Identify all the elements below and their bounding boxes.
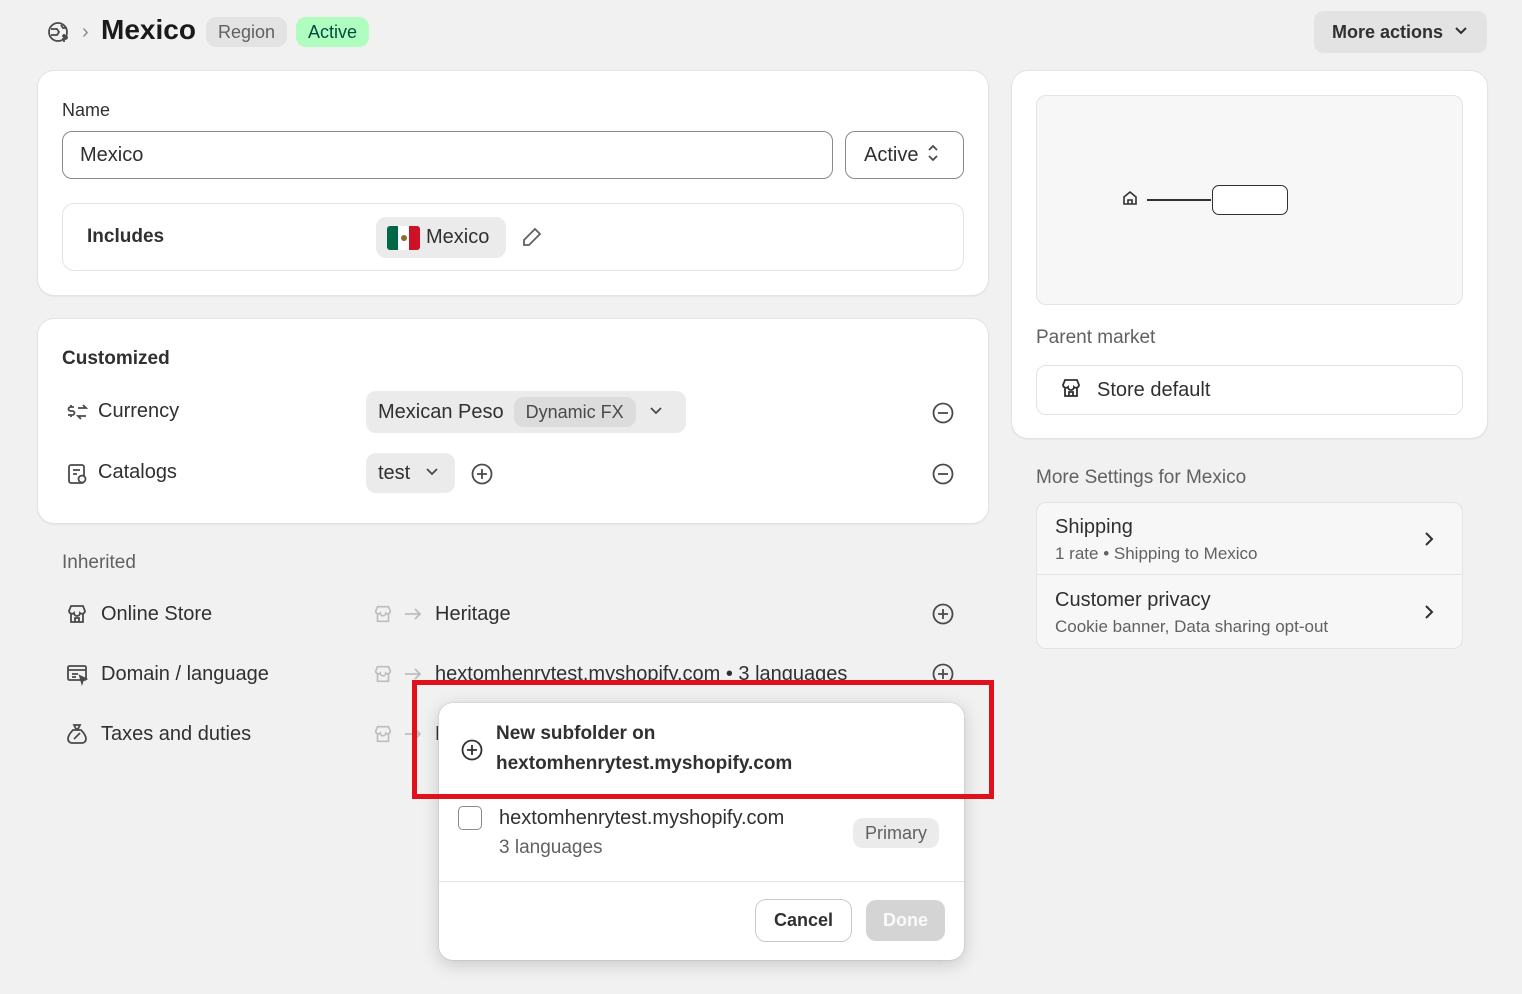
settings-item-title: Shipping [1055,516,1133,538]
region-badge: Region [206,17,288,47]
store-icon [372,603,394,630]
diagram-connector [1147,199,1211,201]
remove-currency-icon[interactable] [931,401,955,430]
settings-item-subtitle: Cookie banner, Data sharing opt-out [1055,617,1329,636]
name-label: Name [62,100,111,120]
store-icon [372,723,394,750]
parent-market-select[interactable]: Store default [1036,365,1463,415]
online-store-icon [65,602,89,631]
includes-country-label: Mexico [426,226,490,248]
domain-label: Domain / language [101,663,269,685]
includes-box: Includes Mexico [62,203,964,271]
parent-market-card: Parent market Store default [1012,71,1487,438]
highlight-box [412,680,994,799]
taxes-label: Taxes and duties [101,723,252,745]
catalogs-value: test [378,461,411,484]
more-settings-heading: More Settings for Mexico [1036,467,1247,488]
customized-card: Customized Currency Mexican Peso Dynamic… [38,319,988,523]
currency-icon [65,402,89,429]
add-online-store-icon[interactable] [931,602,955,631]
done-button[interactable]: Done [866,900,945,941]
chevron-down-icon [648,402,664,423]
currency-value: Mexican Peso [378,400,504,423]
includes-label: Includes [87,226,165,247]
taxes-icon [65,722,89,751]
market-diagram [1036,95,1463,305]
mexico-flag-icon [387,225,420,250]
catalogs-icon [65,462,89,491]
markets-icon[interactable] [47,20,71,49]
status-badge: Active [296,17,370,47]
chevron-down-icon [424,463,440,484]
name-input[interactable]: Mexico [62,131,833,179]
add-catalog-icon[interactable] [470,462,494,491]
cancel-button[interactable]: Cancel [756,900,851,941]
includes-country-tag: Mexico [376,217,506,258]
chevron-right-icon [1421,530,1437,553]
more-actions-label: More actions [1332,21,1444,42]
customized-heading: Customized [62,348,170,369]
store-icon [1059,376,1083,405]
dynamic-fx-badge: Dynamic FX [513,397,636,427]
domain-option-sublabel: 3 languages [499,837,603,858]
select-chevrons-icon [926,142,940,169]
settings-item-title: Customer privacy [1055,589,1211,611]
parent-market-label: Parent market [1036,327,1156,348]
online-store-value: Heritage [435,603,511,625]
status-select-value: Active [864,143,919,166]
currency-label: Currency [98,400,180,422]
chevron-right-icon [1421,603,1437,626]
inherited-heading: Inherited [62,552,136,573]
remove-catalogs-icon[interactable] [931,462,955,491]
page-title: Mexico [101,14,196,45]
home-icon [1121,189,1139,212]
domain-option-checkbox[interactable] [458,806,482,830]
parent-market-value: Store default [1097,378,1211,401]
chevron-down-icon [1453,22,1469,43]
settings-item-customer-privacy[interactable]: Customer privacy Cookie banner, Data sha… [1037,576,1462,648]
domain-icon [65,662,89,691]
currency-select[interactable]: Mexican Peso Dynamic FX [366,391,686,433]
settings-item-shipping[interactable]: Shipping 1 rate • Shipping to Mexico [1037,503,1462,575]
catalogs-select[interactable]: test [366,453,455,493]
diagram-market-node [1212,185,1288,215]
catalogs-label: Catalogs [98,461,177,483]
settings-list: Shipping 1 rate • Shipping to Mexico Cus… [1036,502,1463,649]
status-select[interactable]: Active [845,131,964,179]
breadcrumb-chevron-icon: › [82,21,89,43]
name-input-value: Mexico [80,143,144,166]
online-store-label: Online Store [101,603,213,625]
name-card: Name Mexico Active Includes Mexico [38,71,988,295]
edit-pencil-icon[interactable] [521,226,543,253]
domain-option-label[interactable]: hextomhenrytest.myshopify.com [499,807,784,830]
more-actions-button[interactable]: More actions [1314,11,1487,53]
store-icon [372,663,394,690]
settings-item-subtitle: 1 rate • Shipping to Mexico [1055,544,1258,563]
popover-divider [439,881,964,882]
primary-badge: Primary [853,818,939,848]
arrow-right-icon [403,605,423,628]
